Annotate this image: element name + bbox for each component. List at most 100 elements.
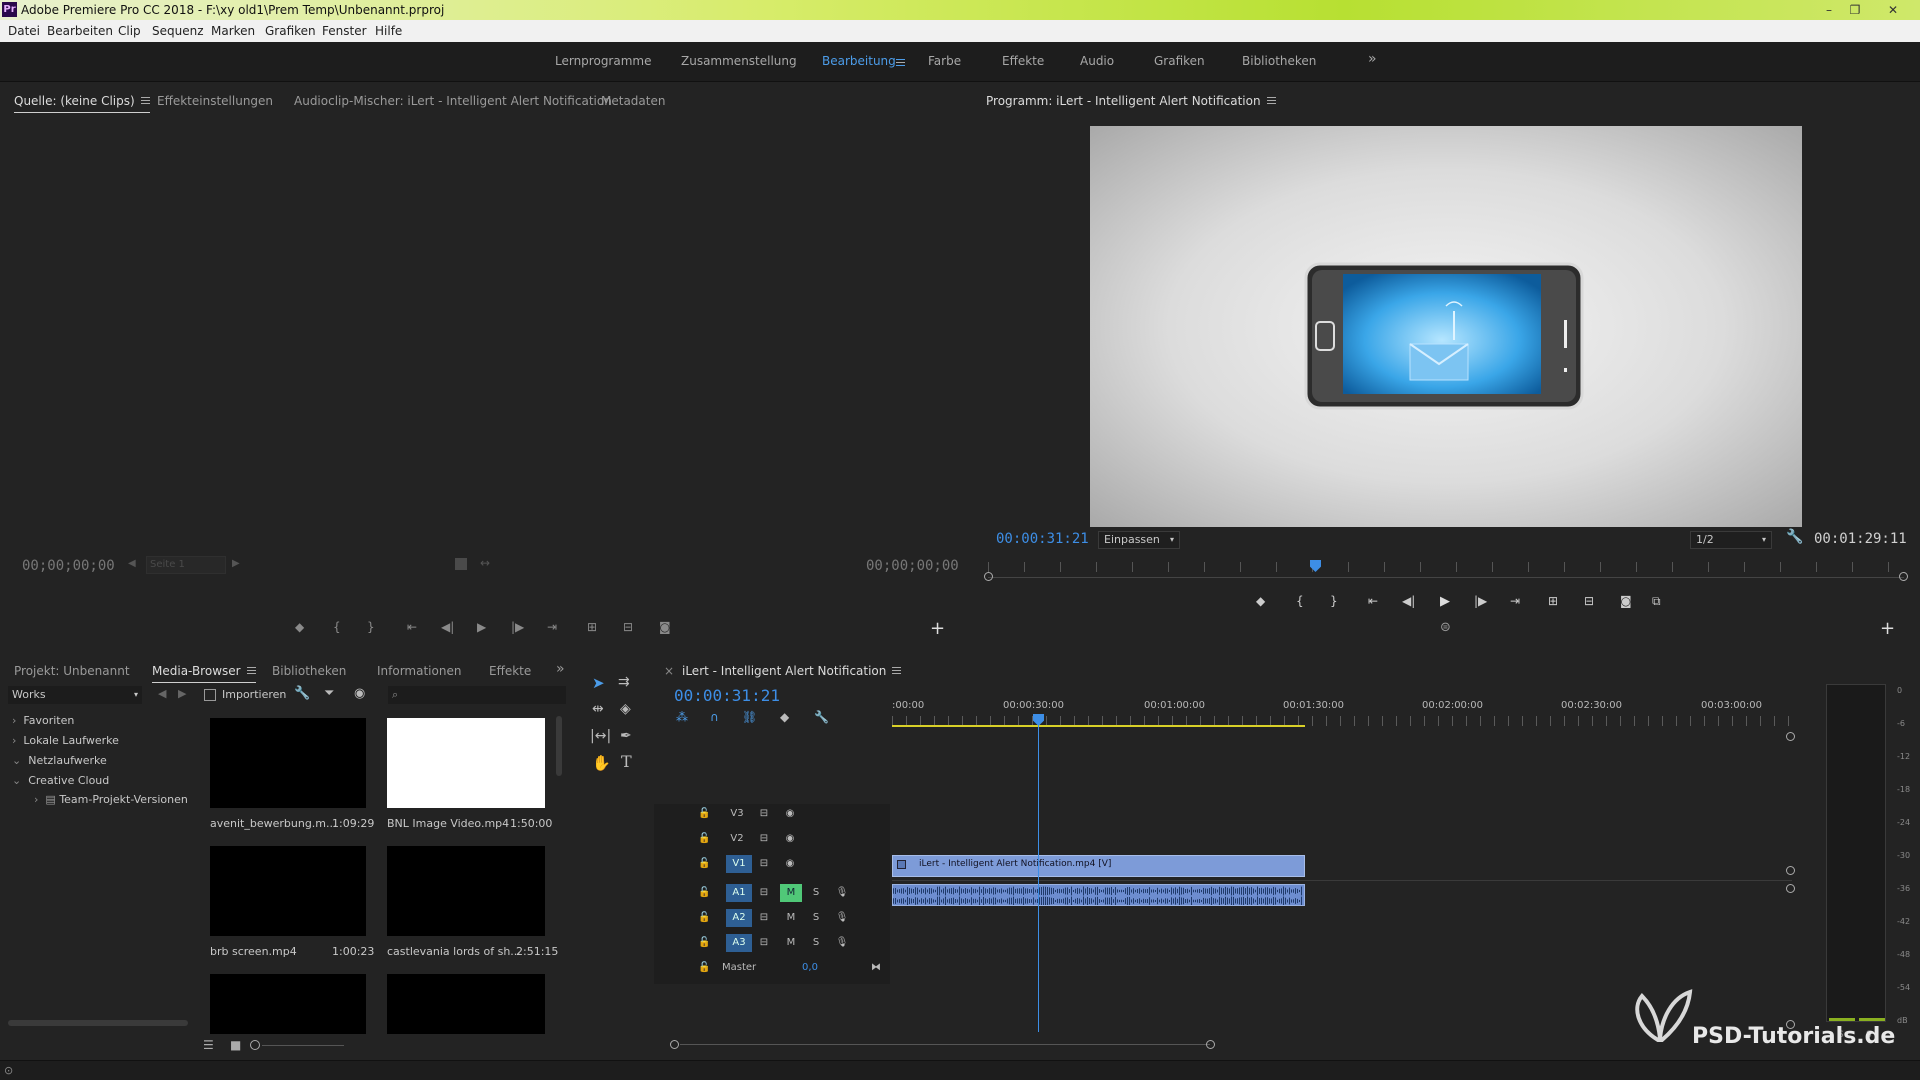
minimize-button[interactable]: –: [1816, 0, 1842, 20]
slip-tool-icon[interactable]: |↔|: [590, 728, 611, 744]
workspace-more-icon[interactable]: »: [1368, 51, 1377, 67]
menu-datei[interactable]: Datei: [8, 20, 40, 42]
search-input[interactable]: ⌕: [388, 686, 566, 704]
media-thumb-2[interactable]: [387, 718, 545, 808]
menu-marken[interactable]: Marken: [211, 20, 255, 42]
go-to-out-icon[interactable]: ⇥: [1510, 594, 1520, 608]
work-area-bar[interactable]: [892, 725, 1305, 727]
tab-effects[interactable]: Effekte: [489, 664, 531, 678]
h-scroll-left-handle-icon[interactable]: [670, 1040, 679, 1049]
sync-lock-icon[interactable]: ⊟: [756, 884, 772, 902]
go-to-out-icon[interactable]: ⇥: [547, 620, 557, 634]
source-add-button[interactable]: +: [930, 618, 945, 639]
track-name-v1[interactable]: V1: [726, 855, 752, 873]
step-back-icon[interactable]: ◀|: [1402, 594, 1415, 608]
menu-bearbeiten[interactable]: Bearbeiten: [47, 20, 113, 42]
microphone-icon[interactable]: 🎙: [834, 934, 850, 952]
microphone-icon[interactable]: 🎙: [834, 909, 850, 927]
mark-in-icon[interactable]: {: [1296, 594, 1304, 608]
zoom-select[interactable]: Einpassen ▾: [1098, 531, 1180, 549]
tab-source[interactable]: Quelle: (keine Clips): [14, 94, 150, 113]
media-thumb-1[interactable]: [210, 718, 366, 808]
panel-more-icon[interactable]: »: [556, 661, 565, 677]
tree-item-creative-cloud[interactable]: ⌄ Creative Cloud: [12, 774, 109, 787]
timeline-settings-wrench-icon[interactable]: 🔧: [814, 710, 829, 724]
media-thumb-4[interactable]: [387, 846, 545, 936]
tree-item-netzlaufwerke[interactable]: ⌄ Netzlaufwerke: [12, 754, 107, 767]
program-add-button[interactable]: +: [1880, 618, 1895, 639]
tab-metadata[interactable]: Metadaten: [601, 94, 665, 108]
sync-lock-icon[interactable]: ⊟: [756, 805, 772, 823]
tree-item-team-projekt-versionen[interactable]: › ▤ Team-Projekt-Versionen: [34, 793, 188, 806]
workspace-zusammenstellung[interactable]: Zusammenstellung: [681, 54, 797, 68]
step-forward-icon[interactable]: |▶: [1474, 594, 1487, 608]
media-thumb-6[interactable]: [387, 974, 545, 1034]
add-marker-icon[interactable]: ◆: [295, 620, 304, 634]
thumb-size-slider-handle[interactable]: [250, 1040, 260, 1050]
mark-out-icon[interactable]: }: [367, 620, 375, 634]
master-volume[interactable]: 0,0: [796, 959, 824, 977]
back-arrow-icon[interactable]: ◀: [158, 687, 166, 700]
video-clip[interactable]: iLert - Intelligent Alert Notification.m…: [892, 855, 1305, 877]
forward-arrow-icon[interactable]: ▶: [178, 687, 186, 700]
export-frame-icon[interactable]: ◙: [1620, 594, 1632, 608]
workspace-farbe[interactable]: Farbe: [928, 54, 961, 68]
solo-button-a2[interactable]: S: [808, 909, 824, 927]
hand-tool-icon[interactable]: ✋: [592, 754, 611, 772]
eye-icon[interactable]: ◉: [782, 855, 798, 873]
zoom-handle-right-icon[interactable]: [1899, 572, 1908, 581]
sync-lock-icon[interactable]: ⊟: [756, 909, 772, 927]
solo-button-a3[interactable]: S: [808, 934, 824, 952]
mark-out-icon[interactable]: }: [1330, 594, 1338, 608]
h-scrollbar[interactable]: [680, 1044, 1210, 1045]
add-marker-icon[interactable]: ◆: [780, 710, 789, 724]
import-checkbox[interactable]: [204, 689, 216, 701]
menu-clip[interactable]: Clip: [118, 20, 141, 42]
tree-item-favoriten[interactable]: › Favoriten: [12, 714, 74, 727]
mark-in-icon[interactable]: {: [333, 620, 341, 634]
video-scroll-handle-icon[interactable]: [1786, 732, 1795, 741]
compare-view-icon[interactable]: ⧉: [1652, 594, 1661, 609]
track-name-v2[interactable]: V2: [726, 830, 748, 848]
microphone-icon[interactable]: 🎙: [834, 884, 850, 902]
mute-button-a2[interactable]: M: [780, 909, 802, 927]
razor-tool-icon[interactable]: ◈: [620, 701, 631, 717]
sync-lock-icon[interactable]: ⊟: [756, 934, 772, 952]
tab-audio-mixer[interactable]: Audioclip-Mischer: iLert - Intelligent A…: [294, 94, 612, 108]
extract-icon[interactable]: ⊟: [1584, 594, 1594, 608]
workspace-effekte[interactable]: Effekte: [1002, 54, 1044, 68]
settings-wrench-icon[interactable]: 🔧: [1786, 529, 1803, 545]
vr-video-icon[interactable]: ⊜: [1440, 620, 1451, 635]
pen-tool-icon[interactable]: ✒: [620, 728, 632, 744]
go-to-in-icon[interactable]: ⇤: [407, 620, 417, 634]
video-scroll-handle-icon[interactable]: [1786, 866, 1795, 875]
mute-button-a1[interactable]: M: [780, 884, 802, 902]
menu-grafiken[interactable]: Grafiken: [265, 20, 316, 42]
export-frame-icon[interactable]: ◙: [659, 620, 671, 634]
media-scrollbar[interactable]: [556, 716, 562, 776]
lock-icon[interactable]: 🔓: [698, 959, 710, 977]
track-name-a3[interactable]: A3: [726, 934, 752, 952]
step-forward-icon[interactable]: |▶: [511, 620, 524, 634]
view-icon[interactable]: ◉: [354, 686, 365, 701]
workspace-menu-icon[interactable]: [896, 59, 905, 66]
add-marker-icon[interactable]: ◆: [1256, 594, 1265, 608]
menu-sequenz[interactable]: Sequenz: [152, 20, 204, 42]
tab-sequence[interactable]: iLert - Intelligent Alert Notification: [682, 664, 902, 678]
h-scroll-right-handle-icon[interactable]: [1206, 1040, 1215, 1049]
track-select-tool-icon[interactable]: ⇉: [618, 674, 630, 690]
media-thumb-5[interactable]: [210, 974, 366, 1034]
lock-icon[interactable]: 🔓: [698, 884, 710, 902]
workspace-audio[interactable]: Audio: [1080, 54, 1114, 68]
nest-icon[interactable]: ⁂: [676, 710, 688, 724]
tab-info[interactable]: Informationen: [377, 664, 461, 678]
mute-button-a3[interactable]: M: [780, 934, 802, 952]
list-view-icon[interactable]: ☰: [203, 1038, 214, 1052]
menu-hilfe[interactable]: Hilfe: [375, 20, 402, 42]
source-insert-icon[interactable]: ↔: [480, 556, 490, 570]
thumb-size-slider[interactable]: [262, 1045, 344, 1046]
tab-project[interactable]: Projekt: Unbenannt: [14, 664, 130, 678]
lock-icon[interactable]: 🔓: [698, 805, 710, 823]
snap-magnet-icon[interactable]: ∩: [710, 710, 719, 724]
sync-lock-icon[interactable]: ⊟: [756, 830, 772, 848]
